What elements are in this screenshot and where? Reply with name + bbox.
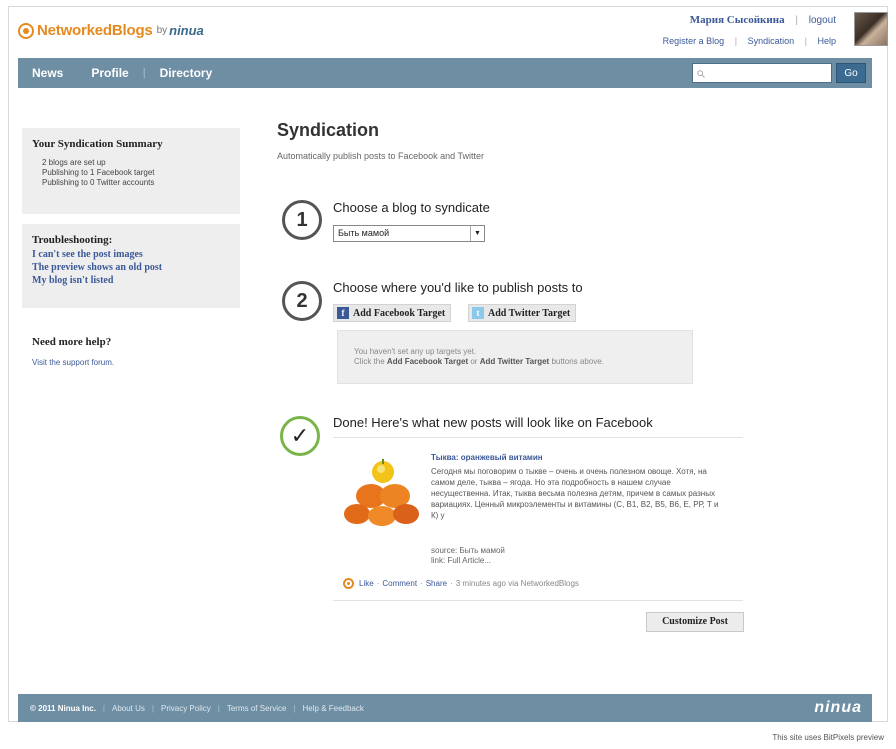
footer-help-link[interactable]: Help & Feedback: [303, 704, 364, 713]
user-name-link[interactable]: Мария Сысойкина: [690, 14, 785, 26]
post-actions: Like · Comment · Share · 3 minutes ago v…: [343, 578, 579, 589]
add-twitter-target-label: Add Twitter Target: [488, 307, 571, 319]
user-area: Мария Сысойкина | logout Register a Blog…: [662, 14, 836, 46]
preview-bottom-divider: [333, 600, 743, 601]
preview-divider: [333, 437, 743, 438]
trouble-link-images[interactable]: I can't see the post images: [32, 248, 230, 261]
troubleshooting-title: Troubleshooting:: [32, 234, 113, 246]
footer-about-link[interactable]: About Us: [112, 704, 145, 713]
networkedblogs-logo[interactable]: NetworkedBlogs by ninua: [18, 22, 204, 39]
like-icon: [343, 578, 354, 589]
post-meta: source: Быть мамой link: Full Article...: [431, 546, 505, 566]
step-2-heading: Choose where you'd like to publish posts…: [333, 280, 583, 295]
summary-line: Publishing to 1 Facebook target: [42, 168, 155, 177]
avatar[interactable]: [854, 12, 888, 46]
page-subtitle: Automatically publish posts to Facebook …: [277, 151, 484, 161]
footer: © 2011 Ninua Inc. | About Us | Privacy P…: [18, 694, 872, 722]
post-excerpt: Сегодня мы поговорим о тыкве – очень и о…: [431, 467, 719, 520]
page-title: Syndication: [277, 120, 380, 140]
register-blog-link[interactable]: Register a Blog: [663, 36, 725, 46]
add-facebook-target-button[interactable]: f Add Facebook Target: [333, 304, 452, 322]
no-targets-message: You haven't set any up targets yet. Clic…: [337, 330, 693, 384]
footer-copyright: © 2011 Ninua Inc.: [30, 703, 96, 713]
footer-terms-link[interactable]: Terms of Service: [227, 704, 287, 713]
empty-line-2: Click the Add Facebook Target or Add Twi…: [354, 357, 604, 366]
twitter-icon: t: [472, 307, 484, 319]
post-timestamp: 3 minutes ago via NetworkedBlogs: [455, 579, 579, 588]
summary-line: Publishing to 0 Twitter accounts: [42, 178, 155, 187]
post-source[interactable]: source: Быть мамой: [431, 546, 505, 556]
footer-ninua-logo[interactable]: ninua: [814, 699, 862, 717]
add-twitter-target-button[interactable]: t Add Twitter Target: [468, 304, 577, 322]
trouble-link-old-post[interactable]: The preview shows an old post: [32, 261, 230, 274]
post-link[interactable]: link: Full Article...: [431, 556, 505, 566]
post-title-link[interactable]: Тыква: оранжевый витамин: [431, 453, 543, 462]
comment-link[interactable]: Comment: [382, 579, 417, 588]
nav-news[interactable]: News: [18, 66, 77, 80]
logo-by: by: [156, 25, 168, 36]
share-link[interactable]: Share: [426, 579, 447, 588]
customize-post-button[interactable]: Customize Post: [646, 612, 744, 632]
step-2-badge: 2: [282, 281, 322, 321]
summary-line: 2 blogs are set up: [42, 158, 106, 167]
search-go-button[interactable]: Go: [836, 63, 866, 83]
main-nav: News Profile | Directory Go: [18, 58, 872, 88]
trouble-link-not-listed[interactable]: My blog isn't listed: [32, 274, 230, 287]
nav-profile[interactable]: Profile: [77, 66, 142, 80]
search-input[interactable]: [692, 63, 832, 83]
summary-title: Your Syndication Summary: [32, 138, 163, 150]
troubleshooting-box: Troubleshooting: I can't see the post im…: [22, 224, 240, 308]
logo-text: NetworkedBlogs: [37, 22, 153, 39]
step-1-badge: 1: [282, 200, 322, 240]
search-icon: [697, 69, 705, 78]
step-3-heading: Done! Here's what new posts will look li…: [333, 415, 653, 430]
help-title: Need more help?: [32, 336, 112, 348]
footer-privacy-link[interactable]: Privacy Policy: [161, 704, 211, 713]
step-1-heading: Choose a blog to syndicate: [333, 200, 490, 215]
bitpixels-note: This site uses BitPixels preview: [772, 733, 884, 742]
syndication-summary-box: Your Syndication Summary 2 blogs are set…: [22, 128, 240, 214]
blog-select[interactable]: Быть мамой ▼: [333, 225, 485, 242]
blog-select-value: Быть мамой: [338, 228, 390, 238]
like-link[interactable]: Like: [359, 579, 374, 588]
post-thumbnail-image: [344, 459, 419, 526]
logo-brand: ninua: [169, 23, 204, 38]
logout-link[interactable]: logout: [809, 15, 836, 26]
done-check-icon: ✓: [280, 416, 320, 456]
nav-directory[interactable]: Directory: [146, 66, 227, 80]
help-link[interactable]: Help: [817, 36, 836, 46]
logo-mark-icon: [18, 22, 34, 39]
empty-line-1: You haven't set any up targets yet.: [354, 347, 477, 356]
add-facebook-target-label: Add Facebook Target: [353, 307, 446, 319]
syndication-link[interactable]: Syndication: [748, 36, 795, 46]
support-forum-link[interactable]: Visit the support forum.: [32, 358, 114, 367]
chevron-down-icon[interactable]: ▼: [470, 226, 484, 241]
facebook-icon: f: [337, 307, 349, 319]
